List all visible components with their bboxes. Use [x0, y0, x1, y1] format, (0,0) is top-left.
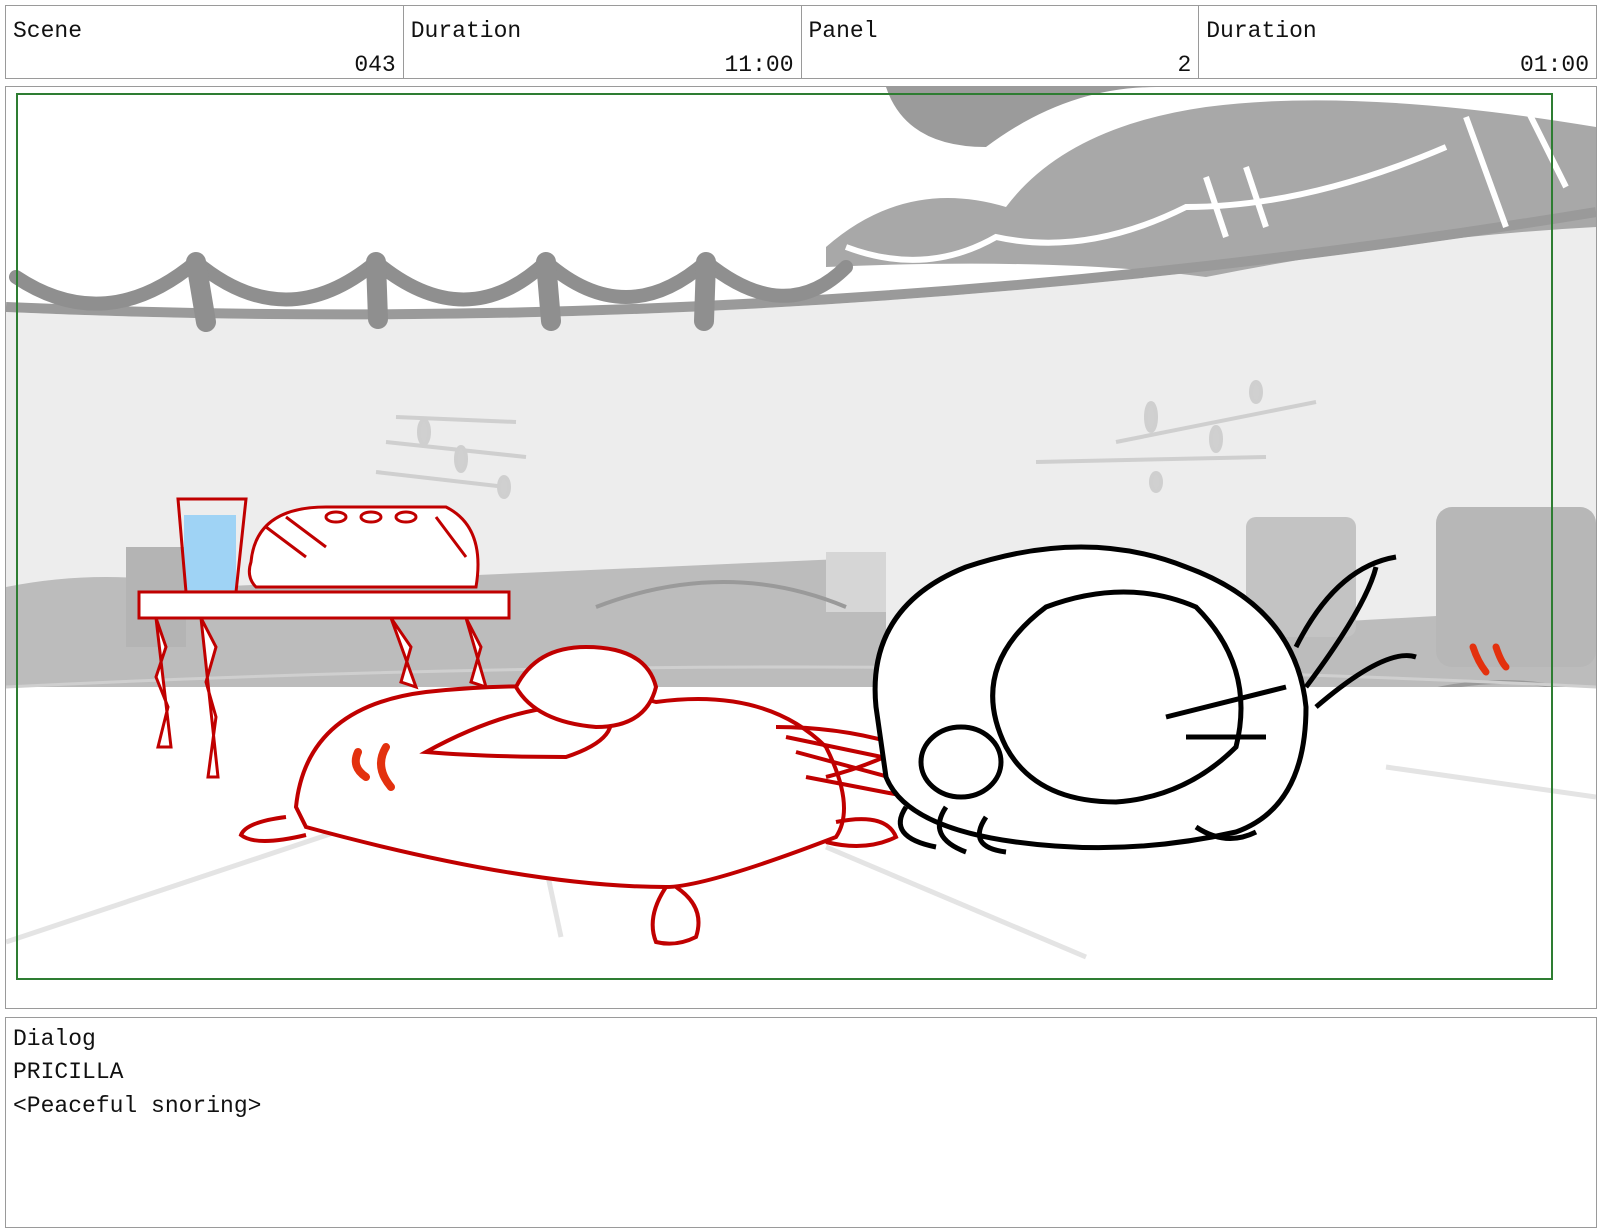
panel-label: Panel [808, 18, 878, 44]
scene-value: 043 [354, 52, 396, 78]
scene-duration-label: Duration [410, 18, 522, 44]
scene-duration-cell: Duration 11:00 [404, 6, 802, 78]
scene-cell: Scene 043 [6, 6, 404, 78]
panel-duration-label: Duration [1206, 18, 1317, 44]
dialog-character: PRICILLA [13, 1059, 124, 1085]
dialog-line: <Peaceful snoring> [13, 1093, 262, 1119]
panel-value: 2 [1177, 52, 1192, 78]
panel-duration-cell: Duration 01:00 [1199, 6, 1596, 78]
storyboard-sketch [6, 87, 1596, 1008]
panel-duration-value: 01:00 [1519, 52, 1589, 78]
storyboard-panel-image [5, 86, 1597, 1009]
panel-header: Scene 043 Duration 11:00 Panel 2 Duratio… [5, 5, 1597, 79]
panel-number-cell: Panel 2 [802, 6, 1200, 78]
dialog-label: Dialog [13, 1026, 96, 1052]
scene-label: Scene [13, 18, 83, 44]
dialog-box: Dialog PRICILLA <Peaceful snoring> [5, 1017, 1597, 1228]
scene-duration-value: 11:00 [724, 52, 794, 78]
